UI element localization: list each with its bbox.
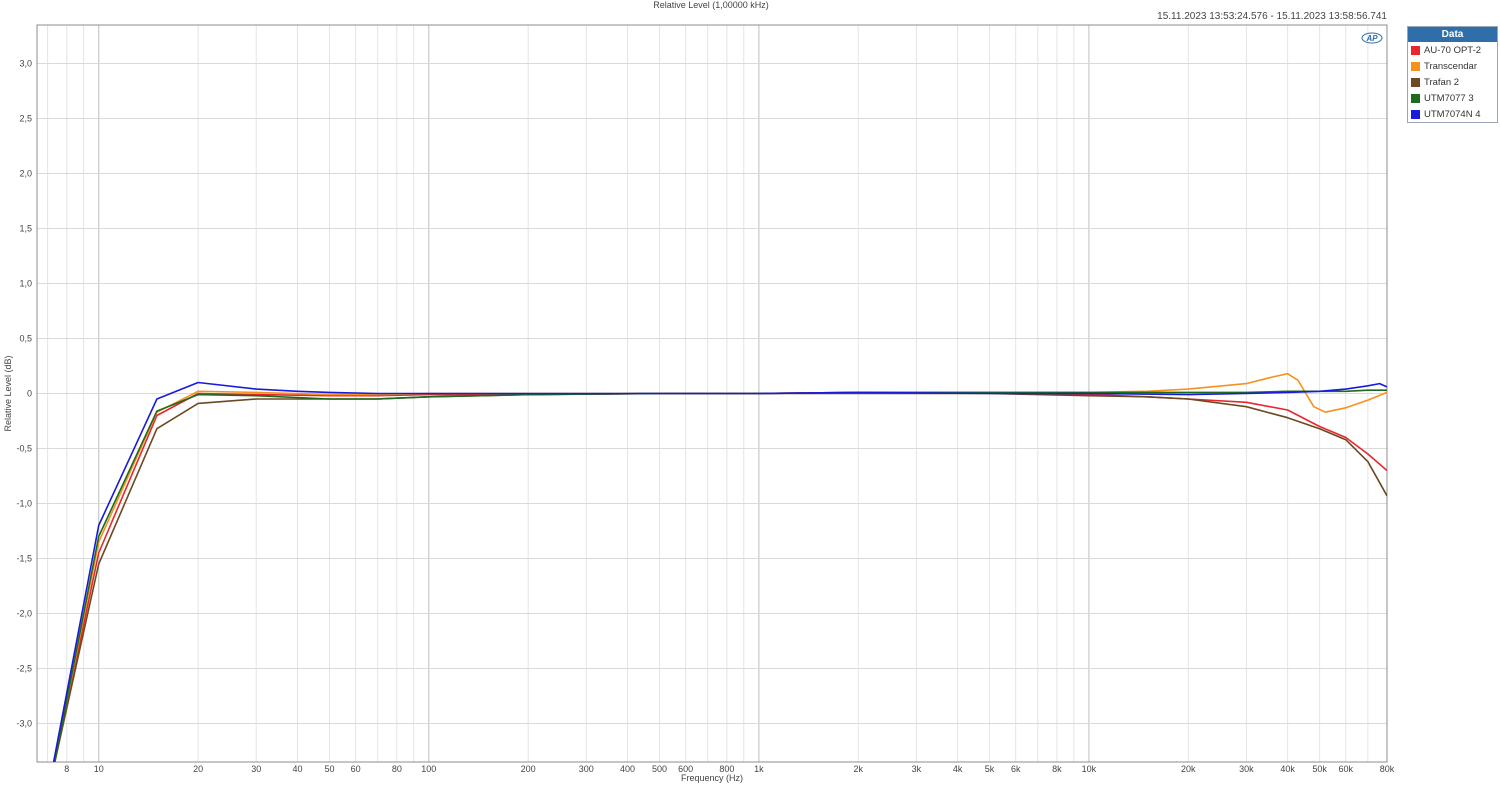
y-tick-label: 2,5: [19, 114, 32, 124]
y-tick-label: -2,0: [16, 609, 32, 619]
x-tick-label: 8: [64, 764, 69, 774]
x-tick-label: 6k: [1011, 764, 1021, 774]
x-tick-label: 4k: [953, 764, 963, 774]
legend-swatch: [1411, 61, 1420, 71]
series-layer: [52, 372, 1387, 768]
x-tick-label: 10: [94, 764, 104, 774]
legend-label: Trafan 2: [1424, 76, 1460, 88]
legend-label: UTM7077 3: [1424, 92, 1474, 104]
y-axis-label: Relative Level (dB): [3, 355, 13, 431]
legend-swatch: [1411, 93, 1420, 103]
legend-items: AU-70 OPT-2 Transcendar Trafan 2 UTM7077 3 U…: [1408, 42, 1497, 122]
y-tick-label: 0: [27, 389, 32, 399]
frequency-response-chart[interactable]: 8 10 20 30 40 50 60 80 100 200 300 400 500 600 800 1k 2k…: [0, 0, 1500, 785]
x-tick-label: 500: [652, 764, 667, 774]
ap-logo-icon: AP: [1361, 32, 1383, 44]
x-tick-label: 8k: [1052, 764, 1062, 774]
svg-text:AP: AP: [1365, 34, 1378, 43]
series-line-5[interactable]: [52, 381, 1387, 763]
y-tick-labels: 3,0 2,5 2,0 1,5 1,0 0,5 0 -0,5 -1,0 -1,5 -2,0 -2,5 -…: [16, 59, 32, 729]
y-tick-label: -2,5: [16, 664, 32, 674]
x-tick-label: 200: [521, 764, 536, 774]
series-line-3[interactable]: [53, 392, 1387, 768]
x-tick-label: 80k: [1380, 764, 1395, 774]
x-tick-label: 20: [193, 764, 203, 774]
x-tick-label: 1k: [754, 764, 764, 774]
y-tick-label: -1,5: [16, 554, 32, 564]
x-tick-label: 50k: [1312, 764, 1327, 774]
x-tick-label: 5k: [985, 764, 995, 774]
x-tick-label: 400: [620, 764, 635, 774]
legend-label: Transcendar: [1424, 60, 1477, 72]
legend-item-3[interactable]: Trafan 2: [1408, 74, 1497, 90]
legend-swatch: [1411, 109, 1420, 119]
series-line-4[interactable]: [53, 389, 1387, 767]
x-tick-label: 2k: [853, 764, 863, 774]
x-tick-label: 3k: [912, 764, 922, 774]
x-tick-label: 60k: [1339, 764, 1354, 774]
x-axis-label: Frequency (Hz): [681, 773, 743, 783]
y-tick-label: -3,0: [16, 719, 32, 729]
legend-label: UTM7074N 4: [1424, 108, 1481, 120]
legend-item-1[interactable]: AU-70 OPT-2: [1408, 42, 1497, 58]
legend-swatch: [1411, 77, 1420, 87]
y-tick-label: 1,0: [19, 279, 32, 289]
legend-item-5[interactable]: UTM7074N 4: [1408, 106, 1497, 122]
x-tick-label: 50: [324, 764, 334, 774]
y-tick-label: -0,5: [16, 444, 32, 454]
x-tick-label: 80: [392, 764, 402, 774]
x-tick-label: 30: [251, 764, 261, 774]
legend-item-2[interactable]: Transcendar: [1408, 58, 1497, 74]
y-tick-label: 3,0: [19, 59, 32, 69]
x-tick-label: 10k: [1082, 764, 1097, 774]
y-tick-label: 0,5: [19, 334, 32, 344]
x-tick-label: 20k: [1181, 764, 1196, 774]
legend-item-4[interactable]: UTM7077 3: [1408, 90, 1497, 106]
x-tick-label: 30k: [1239, 764, 1254, 774]
x-tick-label: 300: [579, 764, 594, 774]
x-tick-label: 40: [292, 764, 302, 774]
y-tick-label: 2,0: [19, 169, 32, 179]
legend-header: Data: [1408, 27, 1497, 42]
legend-swatch: [1411, 45, 1420, 55]
y-tick-label: -1,0: [16, 499, 32, 509]
x-tick-label: 100: [421, 764, 436, 774]
series-line-2[interactable]: [53, 372, 1387, 768]
y-tick-label: 1,5: [19, 224, 32, 234]
legend-label: AU-70 OPT-2: [1424, 44, 1482, 56]
legend: Data AU-70 OPT-2 Transcendar Trafan 2 UTM70…: [1407, 26, 1498, 123]
x-tick-label: 40k: [1280, 764, 1295, 774]
x-tick-label: 60: [351, 764, 361, 774]
